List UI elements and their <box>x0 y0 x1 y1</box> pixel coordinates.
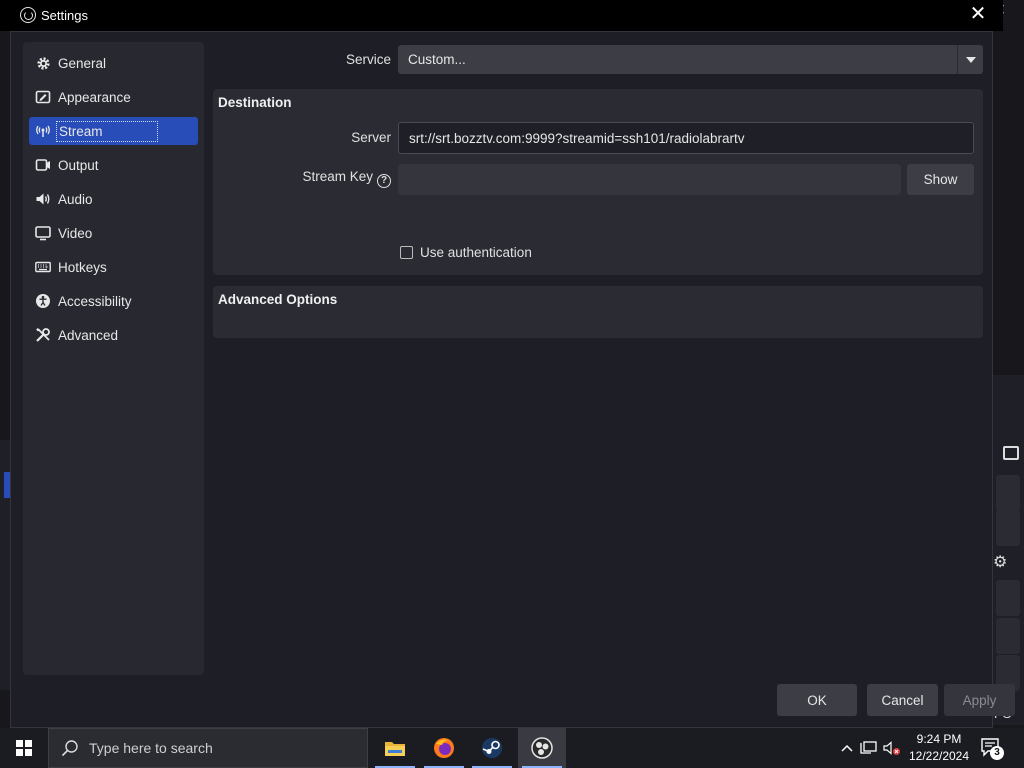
control-button[interactable] <box>996 475 1020 511</box>
service-selected-value: Custom... <box>408 52 466 67</box>
chevron-down-icon[interactable] <box>957 45 983 74</box>
monitor-icon <box>35 225 51 241</box>
keyboard-icon <box>35 259 51 275</box>
cancel-button[interactable]: Cancel <box>867 684 938 716</box>
notification-center-icon[interactable]: 3 <box>980 737 1004 760</box>
sidebar-item-label: Appearance <box>58 89 131 105</box>
server-input[interactable]: srt://srt.bozztv.com:9999?streamid=ssh10… <box>398 122 974 154</box>
network-icon[interactable] <box>856 740 880 756</box>
sidebar-item-appearance[interactable]: Appearance <box>29 83 198 111</box>
dock-icon[interactable] <box>1003 446 1019 460</box>
obs-logo-icon <box>20 7 36 23</box>
advanced-options-group: Advanced Options <box>213 286 983 338</box>
system-tray <box>838 728 904 768</box>
speaker-icon <box>35 191 51 207</box>
tools-icon <box>35 327 51 343</box>
use-authentication-label[interactable]: Use authentication <box>420 245 532 260</box>
server-label: Server <box>351 130 391 145</box>
sidebar-item-label: Stream <box>56 120 158 142</box>
apply-button[interactable]: Apply <box>944 684 1015 716</box>
sidebar-item-label: General <box>58 55 107 71</box>
windows-logo-icon <box>16 740 32 756</box>
chevron-up-icon[interactable] <box>838 744 856 752</box>
windows-taskbar: Type here to search 9:24 PM 12/22/2024 3 <box>0 728 1024 768</box>
control-button[interactable] <box>996 618 1020 654</box>
search-icon <box>61 739 79 757</box>
sidebar-item-label: Accessibility <box>58 293 132 309</box>
obs-icon[interactable] <box>518 728 566 768</box>
sidebar-item-advanced[interactable]: Advanced <box>29 321 198 349</box>
close-icon[interactable]: ✕ <box>968 4 988 24</box>
dialog-title: Settings <box>41 8 88 23</box>
sidebar-item-label: Hotkeys <box>58 259 107 275</box>
steam-icon[interactable] <box>468 728 516 768</box>
antenna-icon <box>35 123 51 139</box>
help-icon[interactable]: ? <box>377 173 391 188</box>
sidebar-item-label: Advanced <box>58 327 119 343</box>
sidebar-item-accessibility[interactable]: Accessibility <box>29 287 198 315</box>
sidebar-item-output[interactable]: Output <box>29 151 198 179</box>
sidebar-item-stream[interactable]: Stream <box>29 117 198 145</box>
sidebar-item-label: Video <box>58 225 93 241</box>
advanced-options-title: Advanced Options <box>218 292 338 307</box>
sidebar-item-label: Output <box>58 157 99 173</box>
appearance-icon <box>35 89 51 105</box>
settings-sidebar: General Appearance Stream Output Audio V… <box>23 42 204 675</box>
firefox-icon[interactable] <box>420 728 468 768</box>
clock-date: 12/22/2024 <box>908 749 970 763</box>
use-authentication-checkbox[interactable] <box>400 246 413 259</box>
output-icon <box>35 157 51 173</box>
sidebar-item-label: Audio <box>58 191 93 207</box>
stream-key-input[interactable] <box>398 164 901 195</box>
destination-title: Destination <box>218 95 292 110</box>
stream-key-label-row: Stream Key? <box>213 169 391 188</box>
control-button[interactable] <box>996 580 1020 616</box>
service-label: Service <box>345 52 391 67</box>
service-dropdown[interactable]: Custom... <box>398 45 983 74</box>
taskbar-clock[interactable]: 9:24 PM 12/22/2024 <box>906 731 972 765</box>
file-explorer-icon[interactable] <box>371 728 419 768</box>
taskbar-search-box[interactable]: Type here to search <box>48 728 368 768</box>
search-placeholder: Type here to search <box>89 740 213 756</box>
stream-settings-panel: Service Custom... Destination Server srt… <box>213 42 983 682</box>
volume-muted-icon[interactable] <box>880 740 904 756</box>
show-key-button[interactable]: Show <box>907 164 974 195</box>
settings-dialog: General Appearance Stream Output Audio V… <box>10 31 1015 728</box>
ok-button[interactable]: OK <box>777 684 857 716</box>
stream-key-label: Stream Key <box>302 169 373 184</box>
sidebar-item-audio[interactable]: Audio <box>29 185 198 213</box>
start-button[interactable] <box>0 728 48 768</box>
control-button[interactable] <box>996 510 1020 546</box>
notification-count-badge: 3 <box>990 746 1004 760</box>
sidebar-item-general[interactable]: General <box>29 49 198 77</box>
sidebar-item-video[interactable]: Video <box>29 219 198 247</box>
destination-group: Destination Server srt://srt.bozztv.com:… <box>213 89 983 275</box>
accessibility-icon <box>35 293 51 309</box>
clock-time: 9:24 PM <box>916 732 962 746</box>
sidebar-item-hotkeys[interactable]: Hotkeys <box>29 253 198 281</box>
gear-icon <box>35 55 51 71</box>
settings-titlebar: Settings ✕ <box>0 0 1003 31</box>
settings-gear-icon[interactable]: ⚙ <box>993 552 1007 572</box>
